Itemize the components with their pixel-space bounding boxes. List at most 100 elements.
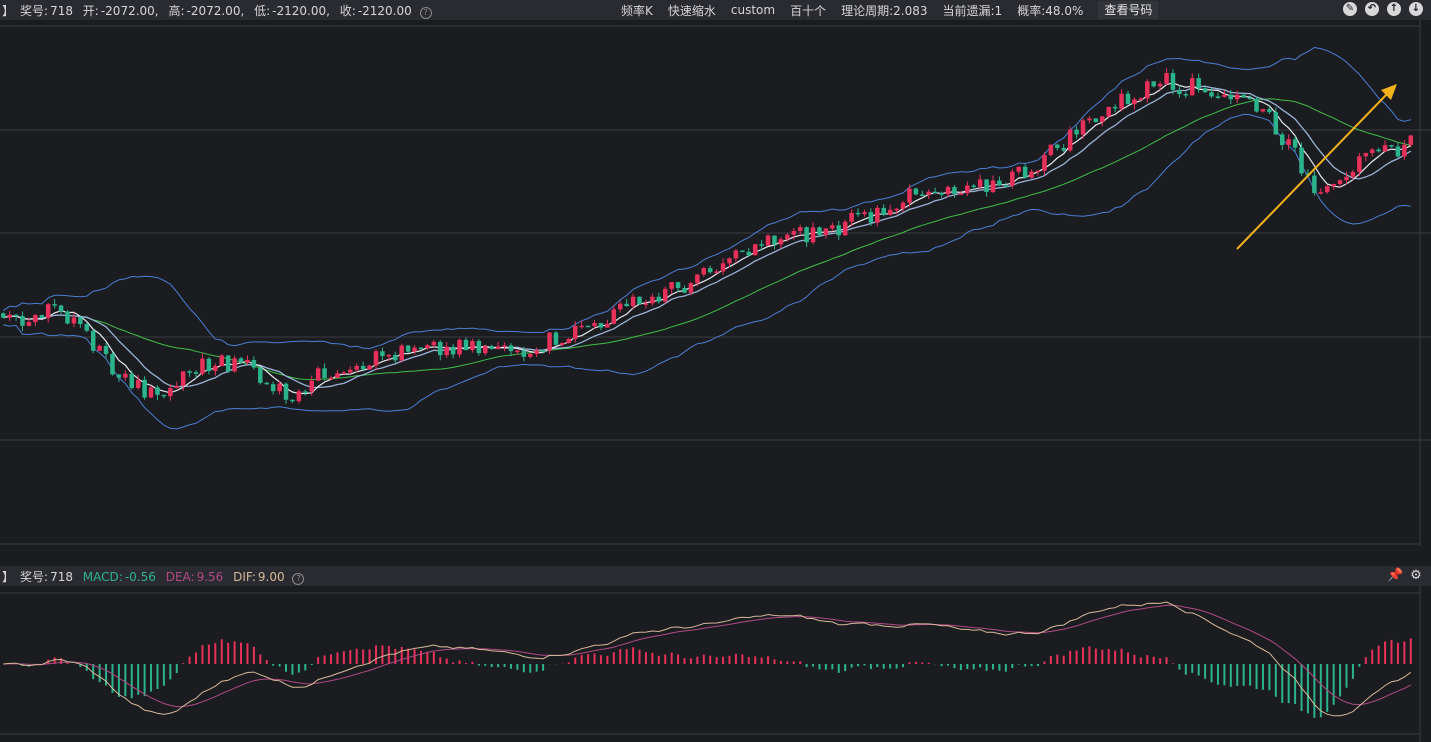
- candle-body: [309, 380, 314, 392]
- candle-body: [900, 202, 906, 209]
- candle-body: [1202, 88, 1208, 93]
- pin-icon[interactable]: 📌: [1387, 569, 1403, 583]
- candle-body: [20, 315, 25, 326]
- edit-icon[interactable]: ✎: [1343, 2, 1357, 16]
- candle-body: [785, 234, 790, 240]
- ohlc-readout: 】奖号: 718 开: -2072.00, 高: -2072.00, 低: -2120.…: [2, 2, 438, 19]
- candle-body: [97, 345, 102, 351]
- candle-body: [669, 282, 674, 289]
- candle-body: [322, 368, 327, 378]
- close-value: -2120.00: [357, 3, 412, 18]
- back-icon[interactable]: ↶: [1365, 2, 1379, 16]
- candle-body: [84, 324, 90, 331]
- candle-body: [161, 394, 167, 397]
- candle-body: [862, 212, 867, 215]
- candle-body: [393, 354, 398, 361]
- candle-body: [431, 341, 437, 346]
- low-value: -2120.00,: [272, 3, 330, 18]
- candle-body: [483, 346, 488, 354]
- candle-body: [759, 244, 764, 246]
- candle-body: [727, 258, 732, 264]
- candle-body: [817, 227, 822, 235]
- candle-body: [367, 365, 372, 370]
- candle-body: [1267, 109, 1272, 113]
- candle-body: [418, 347, 424, 350]
- candle-body: [547, 332, 552, 351]
- candle-body: [740, 250, 745, 253]
- candle-body: [129, 373, 135, 388]
- candle-body: [386, 354, 392, 357]
- candle-body: [457, 339, 462, 355]
- down-icon[interactable]: ↓: [1409, 2, 1423, 16]
- candle-body: [1067, 129, 1073, 151]
- candle-body: [1286, 139, 1291, 145]
- candle-body: [1279, 134, 1285, 145]
- candle-body: [605, 323, 610, 328]
- candle-body: [579, 325, 584, 328]
- candle-body: [180, 371, 186, 386]
- candle-body: [270, 384, 276, 392]
- candle-body: [1395, 146, 1401, 157]
- candle-body: [971, 185, 976, 188]
- help-icon[interactable]: ?: [419, 6, 432, 19]
- candle-body: [1235, 94, 1240, 100]
- candle-body: [264, 382, 269, 385]
- candle-body: [148, 387, 154, 398]
- candle-body: [7, 314, 12, 318]
- candle-body: [225, 355, 231, 372]
- candle-body: [174, 385, 179, 389]
- candle-body: [354, 365, 359, 370]
- dif-label: DIF:: [233, 569, 256, 584]
- candle-body: [656, 296, 662, 302]
- candlestick-chart[interactable]: [0, 20, 1431, 546]
- close-label: 收:: [339, 3, 356, 18]
- candle-body: [1022, 166, 1028, 178]
- candle-body: [521, 350, 527, 357]
- candle-body: [560, 343, 565, 345]
- candle-body: [990, 180, 996, 193]
- chart-info-bar: 】奖号: 718 开: -2072.00, 高: -2072.00, 低: -2120.…: [0, 0, 1431, 20]
- candle-body: [1357, 156, 1362, 172]
- open-value: -2072.00,: [100, 3, 159, 18]
- macd-chart[interactable]: [0, 586, 1431, 742]
- upper-band-line: [2, 46, 1411, 350]
- candle-body: [977, 179, 983, 187]
- candle-body: [1209, 92, 1214, 97]
- candle-body: [746, 251, 752, 256]
- candle-body: [1196, 78, 1201, 89]
- gear-icon[interactable]: ⚙: [1409, 569, 1423, 583]
- candle-body: [688, 283, 694, 293]
- candle-body: [887, 209, 893, 215]
- macd-value: -0.56: [124, 569, 156, 584]
- candle-body: [315, 368, 321, 381]
- candle-body: [168, 388, 173, 397]
- candle-body: [1318, 192, 1324, 194]
- candle-body: [33, 314, 38, 323]
- candle-body: [849, 212, 854, 222]
- candle-body: [245, 359, 250, 363]
- open-label: 开:: [82, 3, 99, 18]
- candle-body: [290, 399, 295, 402]
- candle-body: [213, 365, 218, 371]
- up-icon[interactable]: ↑: [1387, 2, 1401, 16]
- candle-body: [1389, 145, 1394, 147]
- candle-body: [534, 350, 539, 354]
- candle-body: [1183, 94, 1189, 96]
- candle-body: [296, 391, 302, 402]
- info-omission: 当前遗漏:1: [942, 3, 1003, 18]
- candle-body: [476, 340, 482, 354]
- candle-body: [926, 191, 931, 195]
- candle-body: [875, 207, 880, 223]
- candle-body: [380, 351, 385, 357]
- query-number-button[interactable]: 查看号码: [1098, 1, 1159, 19]
- candle-body: [1312, 175, 1317, 193]
- candle-body: [1003, 185, 1009, 187]
- candle-body: [251, 359, 257, 368]
- help-icon[interactable]: ?: [292, 572, 305, 585]
- low-label: 低:: [254, 3, 271, 18]
- candle-body: [997, 180, 1002, 186]
- indicator-info: 频率K 快速缩水 custom 百十个 理论周期:2.083 当前遗漏:1 概率…: [621, 0, 1164, 20]
- candle-body: [894, 208, 899, 211]
- candle-body: [238, 358, 244, 363]
- candle-body: [952, 187, 957, 194]
